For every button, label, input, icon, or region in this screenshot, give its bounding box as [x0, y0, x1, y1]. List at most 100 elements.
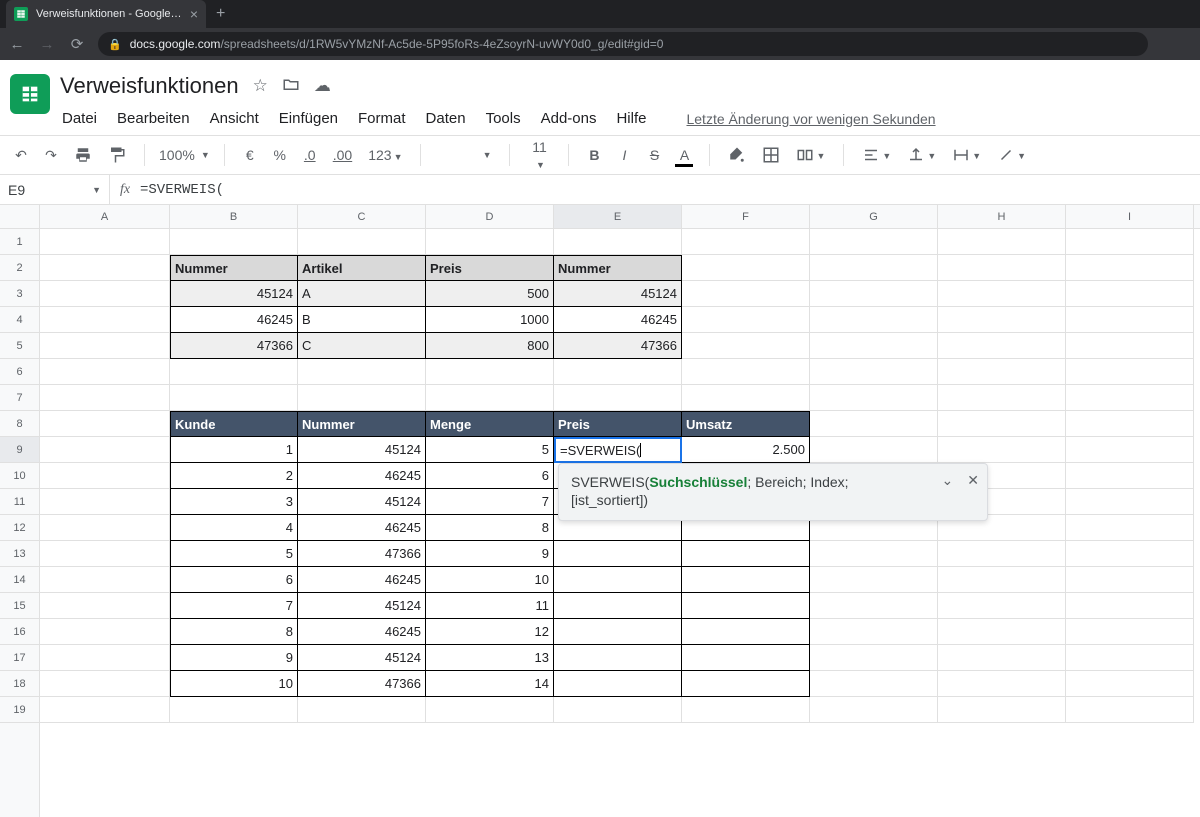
cell-B3[interactable]: 45124 — [170, 281, 298, 307]
cell-D10[interactable]: 6 — [426, 463, 554, 489]
fill-color-button[interactable] — [724, 143, 750, 167]
cell-D7[interactable] — [426, 385, 554, 411]
menu-format[interactable]: Format — [358, 110, 406, 127]
cell-H4[interactable] — [938, 307, 1066, 333]
redo-icon[interactable]: ↷ — [40, 144, 62, 167]
formula-input[interactable]: =SVERWEIS( — [140, 182, 1200, 198]
bold-button[interactable]: B — [583, 144, 605, 166]
cell-F5[interactable] — [682, 333, 810, 359]
cell-I1[interactable] — [1066, 229, 1194, 255]
cell-F14[interactable] — [682, 567, 810, 593]
rotate-button[interactable]: ▼ — [993, 143, 1030, 167]
cell-A15[interactable] — [40, 593, 170, 619]
cell-F13[interactable] — [682, 541, 810, 567]
cell-B2[interactable]: Nummer — [170, 255, 298, 281]
col-header-G[interactable]: G — [810, 205, 938, 228]
browser-tab[interactable]: Verweisfunktionen - Google Tabe × — [6, 0, 206, 28]
paint-format-icon[interactable] — [104, 143, 130, 167]
cell-I8[interactable] — [1066, 411, 1194, 437]
col-header-F[interactable]: F — [682, 205, 810, 228]
col-header-H[interactable]: H — [938, 205, 1066, 228]
menu-hilfe[interactable]: Hilfe — [616, 110, 646, 127]
cell-C5[interactable]: C — [298, 333, 426, 359]
cell-D14[interactable]: 10 — [426, 567, 554, 593]
cell-B16[interactable]: 8 — [170, 619, 298, 645]
col-header-C[interactable]: C — [298, 205, 426, 228]
print-icon[interactable] — [70, 143, 96, 167]
cell-H1[interactable] — [938, 229, 1066, 255]
row-header-8[interactable]: 8 — [0, 411, 39, 437]
cell-C15[interactable]: 45124 — [298, 593, 426, 619]
cell-A17[interactable] — [40, 645, 170, 671]
cell-C9[interactable]: 45124 — [298, 437, 426, 463]
menu-tools[interactable]: Tools — [486, 110, 521, 127]
last-edit[interactable]: Letzte Änderung vor wenigen Sekunden — [686, 111, 935, 127]
cell-I5[interactable] — [1066, 333, 1194, 359]
cell-H14[interactable] — [938, 567, 1066, 593]
cell-F1[interactable] — [682, 229, 810, 255]
menu-addons[interactable]: Add-ons — [541, 110, 597, 127]
cell-A6[interactable] — [40, 359, 170, 385]
cell-H2[interactable] — [938, 255, 1066, 281]
cell-G16[interactable] — [810, 619, 938, 645]
cell-E6[interactable] — [554, 359, 682, 385]
cell-A3[interactable] — [40, 281, 170, 307]
cell-D2[interactable]: Preis — [426, 255, 554, 281]
cell-I15[interactable] — [1066, 593, 1194, 619]
cell-B17[interactable]: 9 — [170, 645, 298, 671]
cell-G2[interactable] — [810, 255, 938, 281]
cell-E15[interactable] — [554, 593, 682, 619]
row-header-17[interactable]: 17 — [0, 645, 39, 671]
cell-A8[interactable] — [40, 411, 170, 437]
cell-H5[interactable] — [938, 333, 1066, 359]
cell-G17[interactable] — [810, 645, 938, 671]
cell-G6[interactable] — [810, 359, 938, 385]
cell-C8[interactable]: Nummer — [298, 411, 426, 437]
cell-B8[interactable]: Kunde — [170, 411, 298, 437]
merge-button[interactable]: ▼ — [792, 143, 829, 167]
tab-close-icon[interactable]: × — [190, 6, 198, 22]
cell-A7[interactable] — [40, 385, 170, 411]
strike-button[interactable]: S — [643, 144, 665, 166]
cell-H6[interactable] — [938, 359, 1066, 385]
cell-A13[interactable] — [40, 541, 170, 567]
row-header-14[interactable]: 14 — [0, 567, 39, 593]
row-header-9[interactable]: 9 — [0, 437, 39, 463]
cell-E3[interactable]: 45124 — [554, 281, 682, 307]
help-close-icon[interactable]: ✕ — [967, 472, 979, 489]
cell-C17[interactable]: 45124 — [298, 645, 426, 671]
cell-A2[interactable] — [40, 255, 170, 281]
cell-G4[interactable] — [810, 307, 938, 333]
sheets-logo[interactable] — [10, 74, 50, 114]
cell-A12[interactable] — [40, 515, 170, 541]
row-header-18[interactable]: 18 — [0, 671, 39, 697]
spreadsheet-grid[interactable]: 12345678910111213141516171819 ABCDEFGHI … — [0, 205, 1200, 817]
row-header-4[interactable]: 4 — [0, 307, 39, 333]
cell-I2[interactable] — [1066, 255, 1194, 281]
cell-A1[interactable] — [40, 229, 170, 255]
cell-G13[interactable] — [810, 541, 938, 567]
cell-C2[interactable]: Artikel — [298, 255, 426, 281]
cell-B10[interactable]: 2 — [170, 463, 298, 489]
cell-H7[interactable] — [938, 385, 1066, 411]
menu-daten[interactable]: Daten — [426, 110, 466, 127]
cell-G7[interactable] — [810, 385, 938, 411]
cell-D3[interactable]: 500 — [426, 281, 554, 307]
cell-I17[interactable] — [1066, 645, 1194, 671]
cell-I10[interactable] — [1066, 463, 1194, 489]
row-header-15[interactable]: 15 — [0, 593, 39, 619]
cell-H15[interactable] — [938, 593, 1066, 619]
cell-B14[interactable]: 6 — [170, 567, 298, 593]
cell-C1[interactable] — [298, 229, 426, 255]
cell-C13[interactable]: 47366 — [298, 541, 426, 567]
cell-F6[interactable] — [682, 359, 810, 385]
cell-A19[interactable] — [40, 697, 170, 723]
star-icon[interactable]: ☆ — [253, 76, 268, 96]
cell-C18[interactable]: 47366 — [298, 671, 426, 697]
cell-H16[interactable] — [938, 619, 1066, 645]
currency-button[interactable]: € — [239, 144, 261, 166]
cell-D11[interactable]: 7 — [426, 489, 554, 515]
cell-I4[interactable] — [1066, 307, 1194, 333]
row-header-11[interactable]: 11 — [0, 489, 39, 515]
cell-D4[interactable]: 1000 — [426, 307, 554, 333]
